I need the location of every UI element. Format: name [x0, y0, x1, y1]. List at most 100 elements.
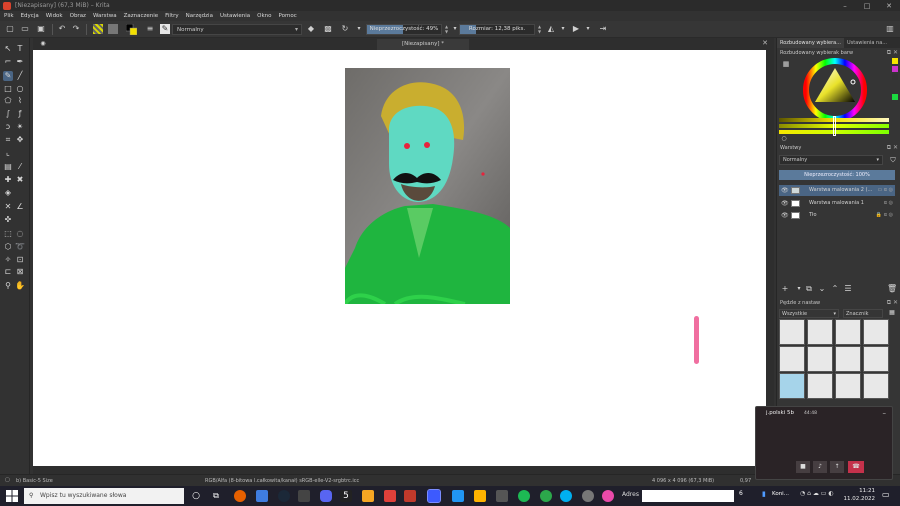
app-icon[interactable] — [452, 490, 464, 502]
swatch-yellow[interactable] — [892, 58, 898, 64]
share-screen-icon[interactable]: ↑ — [830, 461, 844, 473]
layer-filter-icon[interactable]: ⛉ — [888, 155, 898, 165]
assistant-tool-icon[interactable]: ✕ — [3, 202, 13, 212]
cortana-icon[interactable]: ○ — [190, 490, 202, 502]
notifications-icon[interactable]: ▭ — [882, 490, 890, 499]
reload-preset-icon[interactable]: ↻ — [340, 24, 350, 34]
call-minimize-icon[interactable]: – — [883, 409, 887, 417]
alpha-lock-icon[interactable]: ▩ — [323, 24, 333, 34]
brush-preset-tile[interactable] — [807, 319, 833, 345]
text-tool-icon[interactable]: T — [15, 44, 25, 54]
hang-up-icon[interactable]: ☎ — [848, 461, 864, 473]
menu-tools[interactable]: Narzędzia — [186, 13, 213, 19]
layer-lock-icon[interactable]: 🔒 α ◎ — [876, 210, 893, 221]
save-icon[interactable]: ▣ — [36, 24, 46, 34]
move-layer-up-icon[interactable]: ⌃ — [830, 284, 840, 294]
rectangle-tool-icon[interactable]: □ — [3, 84, 13, 94]
menu-settings[interactable]: Ustawienia — [220, 13, 250, 19]
foreground-background-color-icon[interactable] — [125, 23, 138, 36]
layer-row[interactable]: 👁 Warstwa malowania 1 α ◎ — [779, 198, 895, 209]
crop-tool-icon[interactable]: ⌗ — [3, 135, 13, 145]
layer-row[interactable]: 👁 Warstwa malowania 2 (... ▭ α ◎ — [779, 185, 895, 196]
camera-icon[interactable]: ■ — [796, 461, 810, 473]
contiguous-select-tool-icon[interactable]: ✧ — [3, 255, 13, 265]
color-space-label[interactable]: RGB/Alfa (8-bitowa l.całkowita/kanał) sR… — [205, 478, 359, 484]
select-shapes-tool-icon[interactable]: ↖ — [3, 44, 13, 54]
app-icon[interactable] — [298, 490, 310, 502]
swatch-magenta[interactable] — [892, 66, 898, 72]
ellipse-select-tool-icon[interactable]: ◌ — [15, 229, 25, 239]
layers-float-close-icon[interactable]: ⧉ ✕ — [887, 144, 898, 152]
add-layer-dropdown-icon[interactable]: ▾ — [794, 284, 804, 294]
mirror-dropdown-icon[interactable]: ▾ — [558, 24, 568, 34]
krita-taskbar-icon[interactable] — [427, 489, 441, 503]
brush-tag-select[interactable]: Znacznik — [843, 309, 883, 318]
address-input[interactable] — [642, 490, 734, 502]
brush-view-icon[interactable]: ▦ — [887, 308, 897, 318]
move-tool-icon[interactable]: ✥ — [15, 135, 25, 145]
app-icon[interactable] — [496, 490, 508, 502]
microphone-icon[interactable]: ♪ — [813, 461, 827, 473]
add-layer-icon[interactable]: + — [780, 284, 790, 294]
minimize-button[interactable]: – — [834, 2, 856, 10]
discord-icon[interactable] — [320, 490, 332, 502]
zoom-level[interactable]: 0,97 — [740, 478, 751, 484]
tray-icons[interactable]: ◔ ⌂ ☁ ▭ ◐ — [800, 490, 834, 497]
visibility-eye-icon[interactable]: 👁 — [781, 198, 789, 209]
layer-flags-icon[interactable]: ▭ α ◎ — [877, 185, 893, 196]
brush-preset-tile[interactable] — [863, 346, 889, 372]
color-picker-tool-icon[interactable]: ⁄ — [15, 162, 25, 172]
size-stepper[interactable]: ▲ ▼ — [536, 24, 543, 35]
app-icon[interactable] — [602, 490, 614, 502]
menu-image[interactable]: Obraz — [70, 13, 86, 19]
brush-preset-icon[interactable]: ✎ — [160, 24, 170, 34]
panel-float-close-icon[interactable]: ⧉ ✕ — [887, 49, 898, 57]
slider-handle[interactable] — [833, 116, 836, 136]
brush-preset-tile[interactable] — [807, 346, 833, 372]
brush-preset-tile[interactable] — [835, 319, 861, 345]
brush-preset-tile[interactable] — [863, 373, 889, 399]
docker-toggle-icon[interactable]: ▥ — [885, 24, 895, 34]
file-explorer-icon[interactable] — [474, 490, 486, 502]
layer-blend-select[interactable]: Normalny ▾ — [779, 155, 883, 165]
similar-select-tool-icon[interactable]: ⊡ — [15, 255, 25, 265]
horizontal-scrollbar[interactable] — [33, 466, 774, 474]
transform-tool-icon[interactable]: ⌞ — [3, 148, 13, 158]
freehand-brush-tool-icon[interactable]: ✎ — [3, 71, 13, 81]
edit-shapes-tool-icon[interactable]: ⌐ — [3, 57, 13, 67]
delete-layer-icon[interactable]: 🗑 — [887, 284, 897, 294]
brush-preset-tile-selected[interactable] — [779, 373, 805, 399]
calligraphy-tool-icon[interactable]: ✒ — [15, 57, 25, 67]
open-document-icon[interactable]: ▭ — [20, 24, 30, 34]
polyline-tool-icon[interactable]: ⌇ — [15, 96, 25, 106]
app-icon[interactable] — [256, 490, 268, 502]
menu-select[interactable]: Zaznaczenie — [124, 13, 159, 19]
reload-dropdown-icon[interactable]: ▾ — [354, 24, 364, 34]
layer-row[interactable]: 👁 Tło 🔒 α ◎ — [779, 210, 895, 221]
pan-tool-icon[interactable]: ✋ — [15, 281, 25, 291]
colorize-mask-tool-icon[interactable]: ✚ — [3, 175, 13, 185]
menu-edit[interactable]: Edycja — [21, 13, 39, 19]
gradient-tool-icon[interactable]: ▤ — [3, 162, 13, 172]
ellipse-tool-icon[interactable]: ○ — [15, 84, 25, 94]
bezier-select-tool-icon[interactable]: ⊏ — [3, 267, 13, 277]
app-icon[interactable] — [404, 490, 416, 502]
menu-help[interactable]: Pomoc — [279, 13, 297, 19]
brush-filter-select[interactable]: Wszystkie ▾ — [779, 309, 839, 318]
freehand-path-tool-icon[interactable]: ƒ — [15, 109, 25, 119]
undo-icon[interactable]: ↶ — [57, 24, 67, 34]
dynamic-brush-tool-icon[interactable]: ↄ — [3, 122, 13, 132]
app-icon[interactable] — [540, 490, 552, 502]
visibility-eye-icon[interactable]: 👁 — [781, 210, 789, 221]
brush-preset-tile[interactable] — [779, 346, 805, 372]
steam-icon[interactable] — [278, 490, 290, 502]
layer-opacity-slider[interactable]: Nieprzezroczystość: 100% — [779, 170, 895, 180]
opacity-slider[interactable]: Nieprzezroczystość: 49% — [366, 24, 442, 35]
app-icon[interactable] — [384, 490, 396, 502]
tab-advanced-color-selector[interactable]: Rozbudowany wybiera... — [777, 38, 844, 48]
app-icon[interactable] — [362, 490, 374, 502]
zoom-tool-icon[interactable]: ⚲ — [3, 281, 13, 291]
windows-start-icon[interactable] — [6, 490, 18, 502]
new-document-icon[interactable]: ▢ — [5, 24, 15, 34]
menu-layer[interactable]: Warstwa — [93, 13, 117, 19]
